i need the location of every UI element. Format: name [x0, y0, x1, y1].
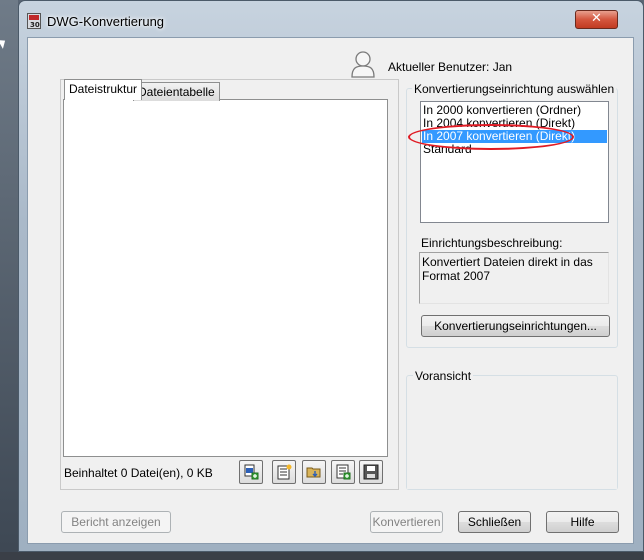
tab-file-structure[interactable]: Dateistruktur — [64, 79, 143, 100]
user-silhouette-icon — [351, 51, 375, 78]
app-icon-label: 30 — [30, 21, 40, 29]
window-title: DWG-Konvertierung — [47, 14, 165, 29]
taskbar-edge — [0, 552, 644, 560]
preview-area — [407, 391, 617, 489]
save-icon — [363, 464, 379, 480]
add-file-icon — [244, 464, 259, 480]
description-label: Einrichtungsbeschreibung: — [421, 236, 563, 250]
add-list-icon — [336, 464, 351, 480]
new-list-icon — [277, 464, 292, 480]
show-report-button[interactable]: Bericht anzeigen — [61, 511, 171, 533]
current-user-label: Aktueller Benutzer: Jan — [388, 60, 513, 74]
help-button[interactable]: Hilfe — [546, 511, 619, 533]
annotation-highlight-ellipse — [408, 124, 574, 150]
add-list-button[interactable] — [331, 460, 355, 484]
open-folder-button[interactable] — [302, 460, 326, 484]
file-count-status: Beinhaltet 0 Datei(en), 0 KB — [64, 466, 213, 480]
app-icon: 30 — [27, 13, 41, 29]
preview-group-title: Voransicht — [413, 369, 474, 383]
desktop-background — [0, 0, 18, 560]
save-button[interactable] — [359, 460, 383, 484]
close-icon: ✕ — [591, 11, 602, 26]
conversion-group-title: Konvertierungseinrichtung auswählen — [412, 82, 617, 96]
convert-button[interactable]: Konvertieren — [370, 511, 443, 533]
conversion-setups-button[interactable]: Konvertierungseinrichtungen... — [421, 315, 610, 337]
open-folder-icon — [306, 467, 321, 478]
add-file-button[interactable] — [239, 460, 263, 484]
file-tree-view[interactable] — [63, 99, 388, 457]
close-button[interactable]: Schließen — [458, 511, 531, 533]
tab-file-table[interactable]: Dateientabelle — [133, 82, 220, 101]
window-close-button[interactable]: ✕ — [575, 10, 618, 29]
description-text: Konvertiert Dateien direkt in das Format… — [422, 255, 593, 283]
new-list-button[interactable] — [272, 460, 296, 484]
